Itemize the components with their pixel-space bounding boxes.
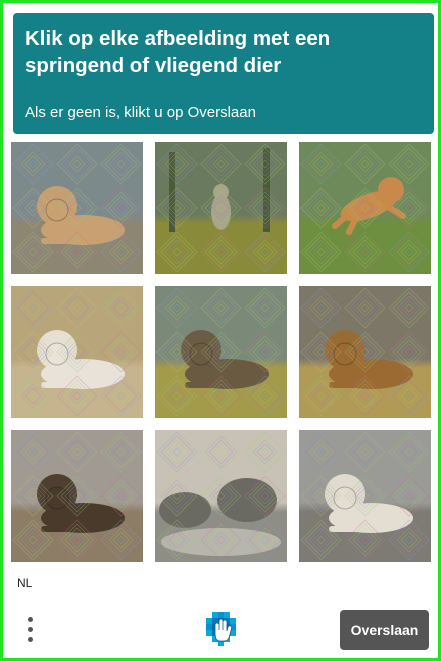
image-tile-5[interactable] <box>155 286 287 418</box>
menu-dot-icon <box>27 626 33 632</box>
tile-image <box>11 286 143 418</box>
image-tile-9[interactable] <box>299 430 431 562</box>
image-tile-6[interactable] <box>299 286 431 418</box>
tile-image <box>11 430 143 562</box>
tile-image <box>155 430 287 562</box>
language-indicator[interactable]: NL <box>17 576 32 590</box>
image-tile-2[interactable] <box>155 142 287 274</box>
image-tile-8[interactable] <box>155 430 287 562</box>
skip-button[interactable]: Overslaan <box>340 610 429 650</box>
menu-dot-icon <box>27 636 33 642</box>
tile-image <box>299 286 431 418</box>
image-tile-3[interactable] <box>299 142 431 274</box>
tile-image <box>155 286 287 418</box>
tile-image <box>155 142 287 274</box>
image-tile-4[interactable] <box>11 286 143 418</box>
hcaptcha-logo-icon[interactable] <box>202 610 240 648</box>
image-tile-7[interactable] <box>11 430 143 562</box>
menu-button[interactable] <box>20 612 40 646</box>
tile-image <box>299 430 431 562</box>
tile-image <box>11 142 143 274</box>
tile-image <box>299 142 431 274</box>
image-tile-1[interactable] <box>11 142 143 274</box>
menu-dot-icon <box>27 616 33 622</box>
image-grid <box>0 0 441 661</box>
